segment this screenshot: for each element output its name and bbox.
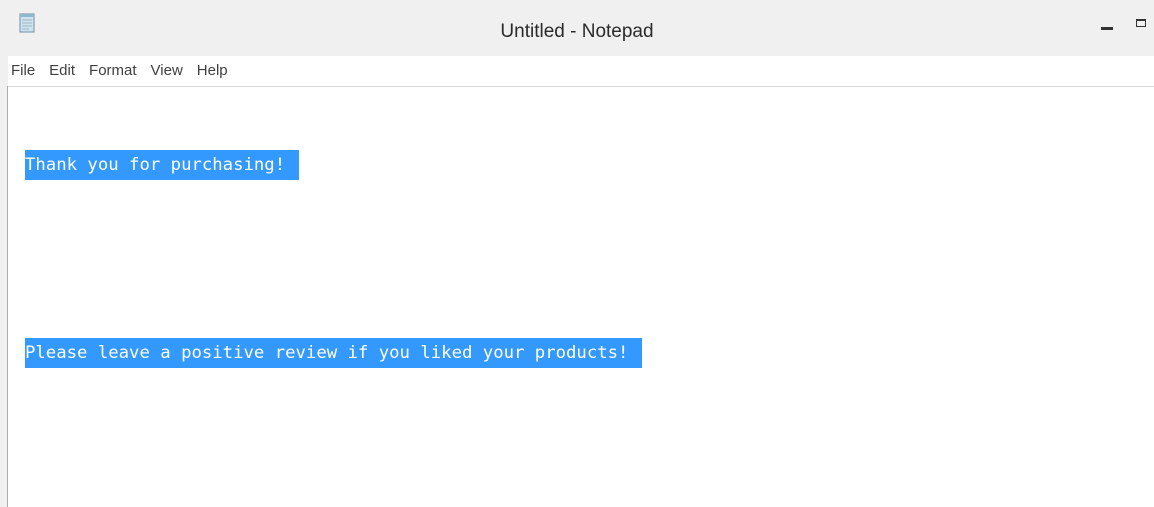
- editor-line: Thank you for purchasing!: [25, 150, 1154, 184]
- window-title: Untitled - Notepad: [500, 21, 654, 42]
- title-bar[interactable]: Untitled - Notepad: [0, 0, 1154, 56]
- text-editor[interactable]: Thank you for purchasing! Please leave a…: [8, 87, 1154, 507]
- maximize-icon: [1136, 19, 1146, 27]
- selected-text[interactable]: Please leave a positive review if you li…: [25, 338, 643, 368]
- notepad-window: Untitled - Notepad File Edit Format View…: [0, 0, 1154, 507]
- minimize-button[interactable]: [1094, 12, 1120, 36]
- minimize-icon: [1101, 26, 1113, 30]
- editor-line-blank: [25, 244, 1154, 278]
- menu-help[interactable]: Help: [192, 57, 233, 85]
- maximize-button[interactable]: [1128, 12, 1154, 36]
- menu-file[interactable]: File: [8, 57, 40, 85]
- editor-line: Please leave a positive review if you li…: [25, 338, 1154, 372]
- menu-format[interactable]: Format: [84, 57, 142, 85]
- selected-text[interactable]: Thank you for purchasing!: [25, 150, 300, 180]
- menu-bar: File Edit Format View Help: [8, 56, 1154, 87]
- menu-edit[interactable]: Edit: [44, 57, 80, 85]
- menu-view[interactable]: View: [146, 57, 188, 85]
